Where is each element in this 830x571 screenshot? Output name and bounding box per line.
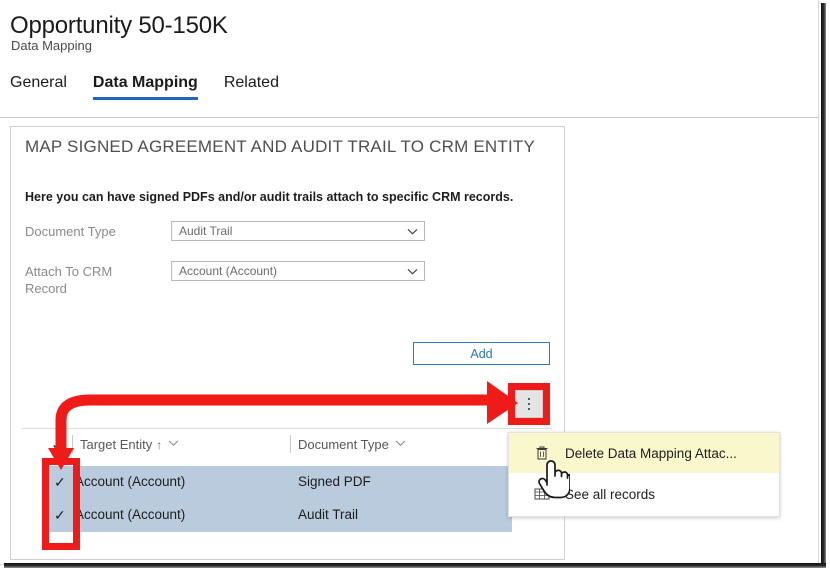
tab-general-label: General bbox=[10, 74, 67, 91]
header-divider-2 bbox=[290, 435, 291, 453]
row-checkbox[interactable]: ✓ bbox=[54, 474, 66, 490]
grid-header-row: ✓ Target Entity ↑ Document Type bbox=[0, 432, 553, 460]
column-header-target-entity-label: Target Entity bbox=[80, 437, 153, 452]
field-attach-to-crm-record-label: Attach To CRM Record bbox=[25, 264, 113, 296]
context-menu-item-see-all-records-label: See all records bbox=[565, 486, 656, 502]
card-description: Here you can have signed PDFs and/or aud… bbox=[25, 190, 514, 204]
page-subtitle: Data Mapping bbox=[11, 38, 92, 53]
tab-related[interactable]: Related bbox=[224, 74, 289, 100]
table-row[interactable]: ✓ Account (Account) Audit Trail bbox=[42, 499, 512, 532]
window-edge-shadow-bottom bbox=[4, 563, 826, 568]
context-menu-item-delete-label: Delete Data Mapping Attac... bbox=[565, 445, 737, 461]
chevron-down-icon[interactable] bbox=[395, 439, 406, 448]
column-header-document-type[interactable]: Document Type bbox=[298, 437, 406, 452]
trash-icon bbox=[531, 445, 553, 461]
cell-document-type: Audit Trail bbox=[298, 507, 359, 522]
tab-data-mapping-label: Data Mapping bbox=[92, 74, 198, 91]
sort-ascending-icon: ↑ bbox=[156, 438, 163, 452]
tab-bar: General Data Mapping Related bbox=[10, 74, 305, 100]
document-type-select[interactable]: Audit Trail bbox=[171, 221, 425, 241]
chevron-down-icon bbox=[407, 229, 418, 235]
select-all-checkbox[interactable]: ✓ bbox=[50, 438, 64, 452]
tab-general[interactable]: General bbox=[10, 74, 77, 100]
column-header-document-type-label: Document Type bbox=[298, 437, 389, 452]
chevron-down-icon bbox=[407, 269, 418, 275]
attach-to-crm-record-value: Account (Account) bbox=[179, 264, 278, 278]
add-button[interactable]: Add bbox=[413, 342, 550, 365]
cell-target-entity: Account (Account) bbox=[75, 474, 186, 489]
more-vertical-icon bbox=[528, 398, 530, 410]
cell-document-type: Signed PDF bbox=[298, 474, 371, 489]
header-divider-1 bbox=[72, 435, 73, 453]
tab-data-mapping[interactable]: Data Mapping bbox=[92, 74, 208, 100]
page-title: Opportunity 50-150K bbox=[10, 12, 228, 39]
document-type-value: Audit Trail bbox=[179, 224, 233, 238]
chevron-down-icon[interactable] bbox=[168, 439, 179, 448]
grid-table-icon bbox=[531, 487, 553, 501]
page-header: Opportunity 50-150K Data Mapping General… bbox=[0, 0, 818, 118]
context-menu-item-see-all-records[interactable]: See all records bbox=[509, 474, 779, 514]
context-menu: Delete Data Mapping Attac... See all rec… bbox=[508, 432, 780, 517]
cell-target-entity: Account (Account) bbox=[75, 507, 186, 522]
attach-to-crm-record-select[interactable]: Account (Account) bbox=[171, 261, 425, 281]
context-menu-item-delete[interactable]: Delete Data Mapping Attac... bbox=[509, 433, 779, 473]
add-button-label: Add bbox=[470, 346, 493, 361]
row-checkbox[interactable]: ✓ bbox=[54, 507, 66, 523]
table-row[interactable]: ✓ Account (Account) Signed PDF bbox=[42, 466, 512, 499]
tab-related-label: Related bbox=[223, 74, 279, 91]
app-window: Opportunity 50-150K Data Mapping General… bbox=[0, 0, 830, 571]
overflow-menu-button[interactable] bbox=[515, 390, 543, 418]
card-title: MAP SIGNED AGREEMENT AND AUDIT TRAIL TO … bbox=[25, 137, 536, 156]
grid-top-divider bbox=[22, 428, 552, 429]
column-header-target-entity[interactable]: Target Entity ↑ bbox=[80, 437, 179, 452]
field-document-type-label: Document Type bbox=[25, 224, 116, 239]
window-edge-shadow-right bbox=[821, 3, 826, 567]
